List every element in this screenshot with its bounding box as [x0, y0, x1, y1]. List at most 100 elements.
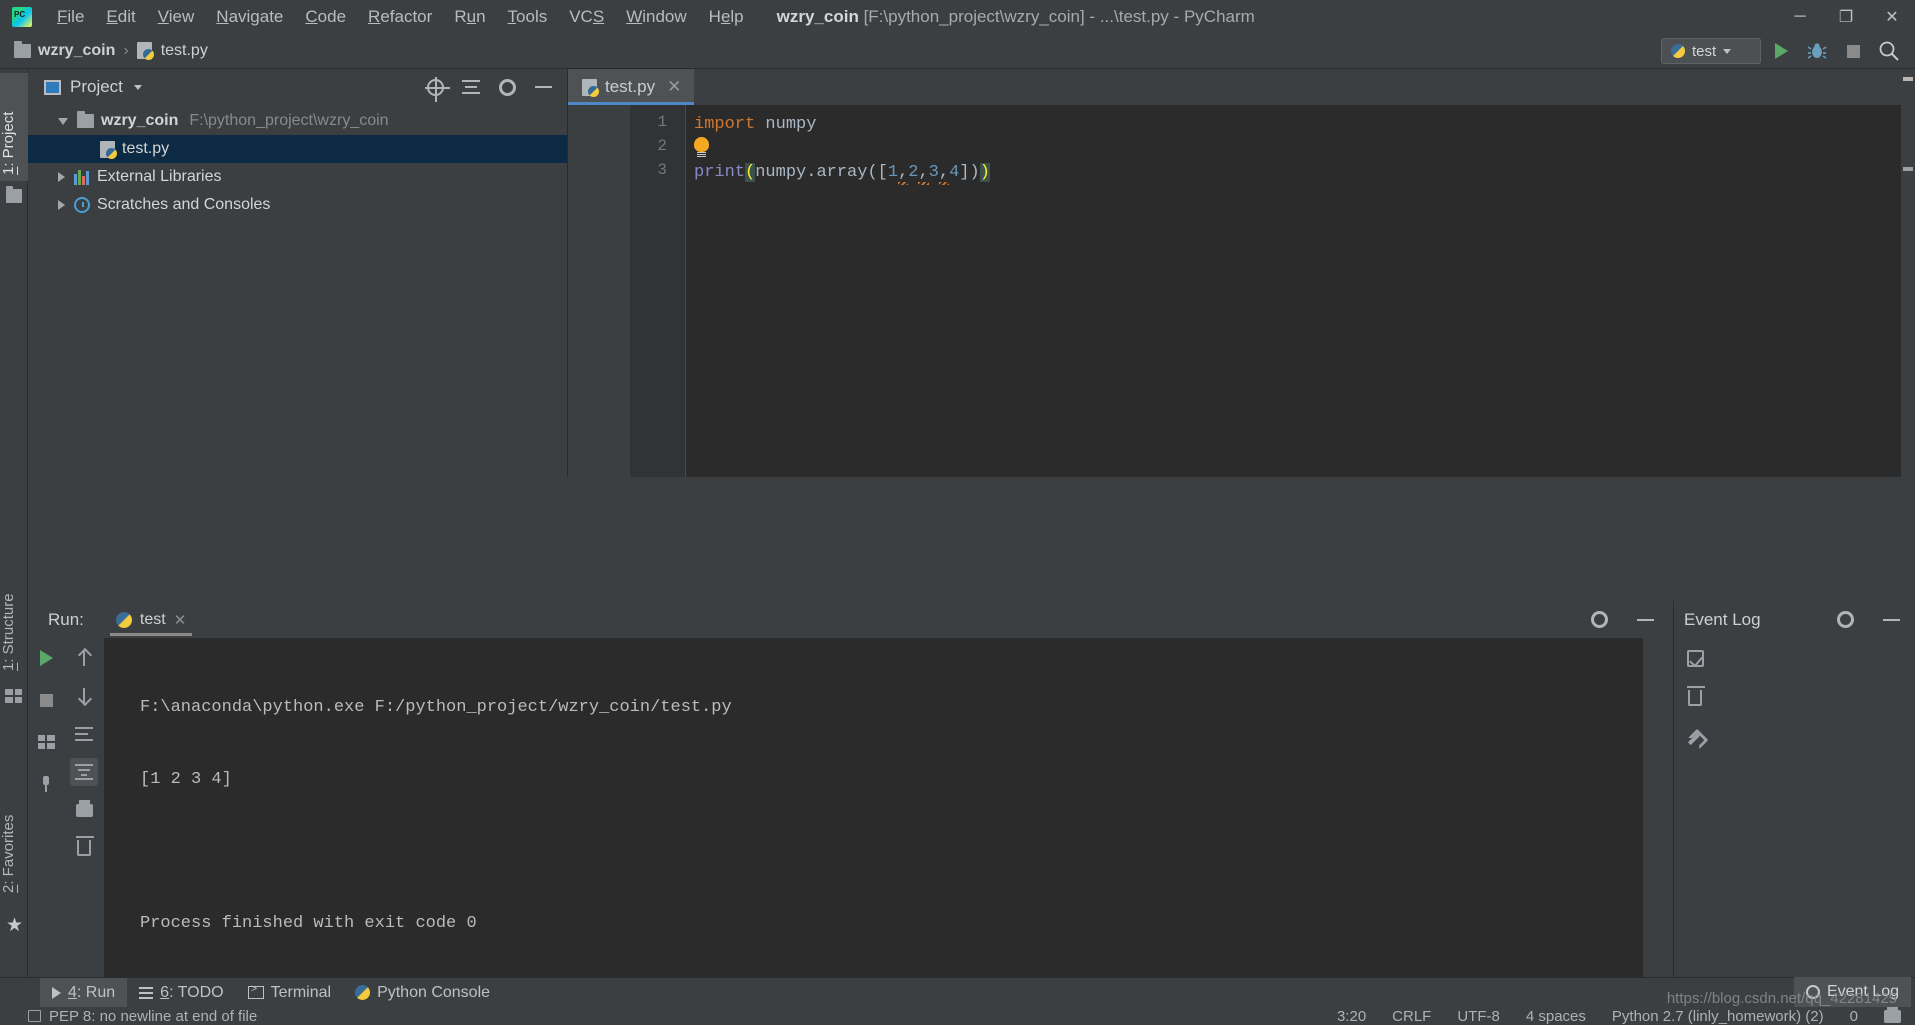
editor-tab-test-py[interactable]: test.py ✕ — [568, 69, 695, 105]
soft-wrap-button[interactable] — [70, 720, 98, 748]
menu-item-window[interactable]: Window — [615, 3, 697, 31]
event-log-status-button[interactable]: Event Log — [1793, 977, 1911, 1007]
comma-1: , — [898, 163, 909, 182]
breadcrumb-project[interactable]: wzry_coin — [38, 42, 115, 60]
status-bar: PEP 8: no newline at end of file 3:20 CR… — [0, 1007, 1915, 1025]
menu-item-edit[interactable]: Edit — [95, 3, 146, 31]
run-tab-test[interactable]: test ✕ — [109, 601, 193, 638]
editor-gutter[interactable]: 1 2 3 — [630, 105, 686, 477]
tree-row-test-py[interactable]: test.py — [28, 135, 567, 163]
editor-error-stripe[interactable] — [1901, 69, 1915, 477]
up-stack-button[interactable] — [70, 644, 98, 672]
method-array: array — [816, 163, 868, 182]
tree-row-external-libraries[interactable]: External Libraries — [28, 163, 567, 191]
sidebar-item-favorites[interactable]: 2: Favorites — [0, 769, 28, 899]
bottom-item-todo[interactable]: 6: TODO — [127, 978, 235, 1008]
crosshair-icon — [424, 76, 450, 102]
minimize-button[interactable]: ─ — [1777, 0, 1823, 33]
pin-tab-button[interactable] — [32, 770, 60, 798]
code-line-2 — [694, 137, 709, 161]
close-button[interactable]: ✕ — [1869, 0, 1915, 33]
down-stack-button[interactable] — [70, 682, 98, 710]
tree-row-wzry-coin[interactable]: wzry_coin F:\python_project\wzry_coin — [28, 107, 567, 135]
clear-log-button[interactable] — [1681, 684, 1709, 712]
sidebar-item-structure[interactable]: 1: Structure — [0, 549, 28, 677]
vcs-branch[interactable]: 0 — [1850, 1008, 1858, 1025]
menu-item-help[interactable]: Help — [698, 3, 755, 31]
bottom-item-run[interactable]: 4: Run — [40, 977, 128, 1008]
chevron-right-icon[interactable] — [58, 200, 65, 210]
gear-icon — [1590, 611, 1608, 628]
memory-icon[interactable] — [1884, 1007, 1901, 1023]
run-settings-button[interactable] — [1583, 605, 1615, 635]
menu-item-navigate[interactable]: Navigate — [205, 3, 294, 31]
hide-project-button[interactable] — [527, 72, 559, 102]
console-scrollbar[interactable] — [1643, 638, 1657, 977]
close-icon[interactable]: ✕ — [174, 611, 187, 629]
search-everywhere-button[interactable] — [1873, 36, 1905, 66]
stop-button[interactable] — [1837, 36, 1869, 66]
menu-item-view[interactable]: View — [147, 3, 206, 31]
menu-item-refactor[interactable]: Refactor — [357, 3, 443, 31]
close-icon[interactable]: ✕ — [667, 77, 681, 97]
stop-process-button[interactable] — [32, 686, 60, 714]
hide-run-button[interactable] — [1629, 605, 1661, 635]
mark-all-read-button[interactable] — [1681, 644, 1709, 672]
caret-position[interactable]: 3:20 — [1337, 1008, 1366, 1025]
hide-event-log-button[interactable] — [1875, 605, 1907, 635]
collapse-all-button[interactable] — [455, 72, 487, 102]
file-encoding[interactable]: UTF-8 — [1457, 1008, 1500, 1025]
configure-notifications-button[interactable] — [1681, 724, 1709, 752]
select-opened-file-button[interactable] — [419, 72, 451, 102]
indent-setting[interactable]: 4 spaces — [1526, 1008, 1586, 1025]
chevron-down-icon[interactable] — [133, 84, 142, 90]
rerun-button[interactable] — [32, 644, 60, 672]
maximize-button[interactable]: ❐ — [1823, 0, 1869, 33]
line-number: 3 — [657, 161, 667, 179]
scroll-end-icon — [75, 764, 93, 780]
stripe-mark-warning[interactable] — [1903, 167, 1913, 171]
debug-button[interactable] — [1801, 36, 1833, 66]
grid-icon[interactable] — [5, 689, 22, 703]
menu-item-vcs[interactable]: VCS — [558, 3, 615, 31]
breadcrumb: wzry_coin › test.py — [14, 40, 208, 60]
sidebar-item-project[interactable]: 1: Project — [0, 73, 28, 181]
status-right-group: 3:20 CRLF UTF-8 4 spaces Python 2.7 (lin… — [1337, 1007, 1901, 1025]
run-console-output[interactable]: F:\anaconda\python.exe F:/python_project… — [104, 638, 1657, 977]
breadcrumb-file[interactable]: test.py — [161, 42, 208, 60]
python-icon — [1671, 44, 1685, 58]
chevron-down-icon[interactable] — [58, 117, 68, 125]
chevron-right-icon[interactable] — [58, 172, 65, 182]
run-configuration-selector[interactable]: test — [1661, 38, 1761, 64]
bottom-item-terminal[interactable]: Terminal — [236, 978, 343, 1008]
left-tool-strip: 1: Project 1: Structure 2: Favorites ★ — [0, 69, 28, 977]
menu-item-tools[interactable]: Tools — [497, 3, 559, 31]
project-icon — [44, 79, 61, 95]
menu-item-file[interactable]: File — [46, 3, 95, 31]
array-value-3: 3 — [928, 163, 939, 182]
run-button[interactable] — [1765, 36, 1797, 66]
event-log-settings-button[interactable] — [1829, 605, 1861, 635]
menu-item-run[interactable]: Run — [443, 3, 496, 31]
lightbulb-icon[interactable] — [694, 137, 709, 157]
bottom-item-python-console[interactable]: Python Console — [343, 978, 502, 1008]
inspection-text: PEP 8: no newline at end of file — [49, 1007, 258, 1025]
clear-all-button[interactable] — [70, 834, 98, 862]
status-inspection[interactable]: PEP 8: no newline at end of file — [28, 1008, 257, 1025]
code-editor[interactable]: 1 2 3 import numpy print(numpy.array([1,… — [630, 105, 1915, 477]
tree-row-scratches-and-consoles[interactable]: Scratches and Consoles — [28, 191, 567, 219]
editor-tab-bar: test.py ✕ — [568, 69, 1915, 105]
code-text[interactable]: import numpy print(numpy.array([1,2,3,4]… — [686, 105, 1915, 477]
array-value-1: 1 — [887, 163, 899, 182]
console-line: [1 2 3 4] — [140, 770, 232, 789]
play-icon — [52, 986, 61, 999]
python-interpreter[interactable]: Python 2.7 (linly_homework) (2) — [1612, 1008, 1824, 1025]
scroll-to-end-button[interactable] — [70, 758, 98, 786]
line-separator[interactable]: CRLF — [1392, 1008, 1431, 1025]
project-settings-button[interactable] — [491, 72, 523, 102]
stripe-mark-top[interactable] — [1903, 77, 1913, 81]
menu-item-code[interactable]: Code — [294, 3, 357, 31]
grid-layout-button[interactable] — [32, 728, 60, 756]
print-button[interactable] — [70, 796, 98, 824]
event-log-content[interactable] — [1716, 638, 1915, 977]
